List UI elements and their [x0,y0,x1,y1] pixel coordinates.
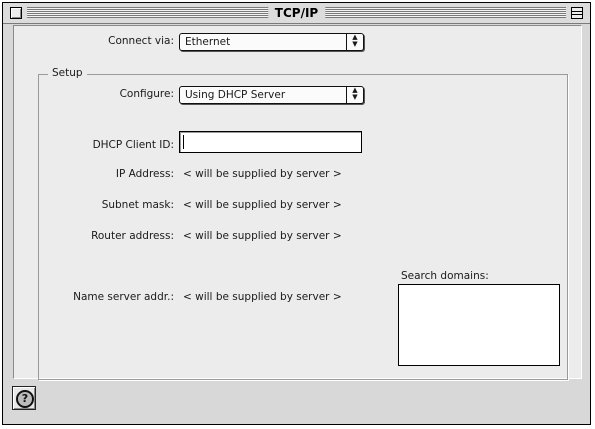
subnet-mask-value: < will be supplied by server > [183,199,342,211]
configure-value: Using DHCP Server [185,89,286,101]
ip-address-value: < will be supplied by server > [183,168,342,180]
tcp-ip-window: TCP/IP Connect via: Ethernet ▲ ▼ Setup Co… [2,2,591,425]
configure-popup[interactable]: Using DHCP Server ▲ ▼ [179,86,364,104]
connect-via-popup[interactable]: Ethernet ▲ ▼ [179,33,364,51]
setup-group-title: Setup [48,66,87,80]
window-title: TCP/IP [267,5,326,21]
collapse-box-icon[interactable] [571,7,583,19]
help-button[interactable]: ? [12,386,36,410]
name-server-label: Name server addr.: [73,291,174,303]
title-bar[interactable]: TCP/IP [3,3,590,24]
name-server-value: < will be supplied by server > [183,291,342,303]
connect-via-value: Ethernet [185,36,231,48]
subnet-mask-label: Subnet mask: [101,199,174,211]
connect-via-label: Connect via: [108,35,174,47]
router-address-label: Router address: [91,230,174,242]
search-domains-label: Search domains: [401,270,489,282]
panel-content: Connect via: Ethernet ▲ ▼ Setup Configure… [13,25,582,380]
text-caret [183,135,184,149]
dhcp-client-id-label: DHCP Client ID: [92,139,174,151]
dhcp-client-id-field[interactable] [179,131,362,153]
updown-arrows-icon: ▲ ▼ [346,34,363,50]
configure-label: Configure: [119,88,174,100]
updown-arrows-icon: ▲ ▼ [346,87,363,103]
router-address-value: < will be supplied by server > [183,230,342,242]
search-domains-field[interactable] [398,284,560,366]
help-question-icon: ? [16,390,34,408]
close-box-icon[interactable] [10,7,22,19]
ip-address-label: IP Address: [115,168,174,180]
